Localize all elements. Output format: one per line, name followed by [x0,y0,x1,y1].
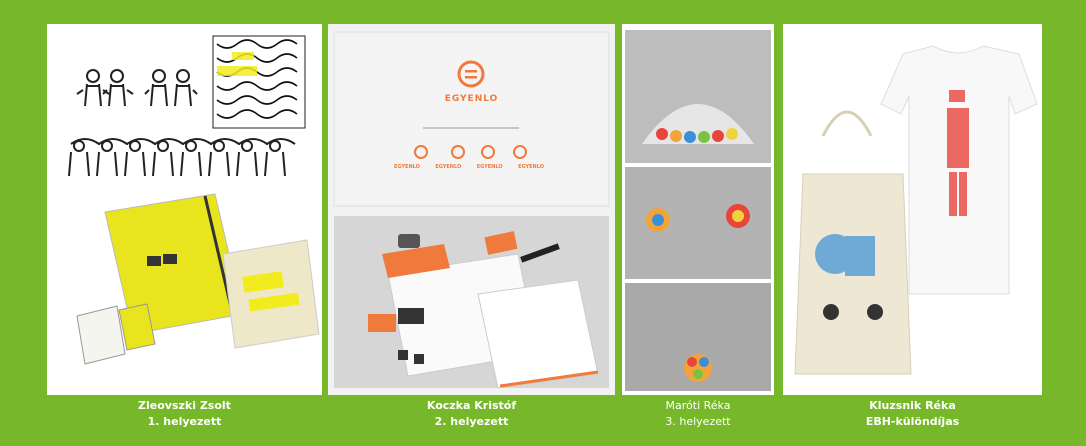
caption-zleovszki: Zleovszki Zsolt 1. helyezett [47,398,322,430]
figure-logo-pair-2 [144,69,198,107]
entry-image-zleovszki [47,24,322,395]
logo-variant-label: EGYENLO [435,164,462,170]
figure-logo-pair-1 [76,69,134,107]
caption-maroti: Maróti Réka 3. helyezett [622,398,774,430]
entry-image-koczka: EGYENLO EGYENLO EGYENLO EGYENLO EGYENLO [328,24,615,395]
logo-variant-label: EGYENLO [394,164,420,170]
logo-variant-row: EGYENLO EGYENLO EGYENLO EGYENLO [394,164,544,170]
caption-kluzsnik: Kluzsnik Réka EBH-különdíjas [783,398,1042,430]
figure-chain [68,138,296,177]
entry-image-maroti [622,24,774,395]
entry-name: Kluzsnik Réka [869,399,956,412]
logo-variant-label: EGYENLO [518,164,544,170]
entry-rank: 3. helyezett [665,415,731,428]
caption-koczka: Koczka Kristóf 2. helyezett [328,398,615,430]
entry-rank: 1. helyezett [147,415,222,428]
entry-rank: EBH-különdíjas [865,415,960,428]
logo-wordmark: EGYENLO [444,94,499,104]
entry-image-kluzsnik [783,24,1042,395]
stationery-mockup [76,193,320,365]
entry-name: Koczka Kristóf [426,399,517,412]
necklace [684,354,712,382]
entry-name: Maróti Réka [665,399,731,412]
entry-name: Zleovszki Zsolt [138,399,231,412]
entry-rank: 2. helyezett [434,415,509,428]
tote-bag [794,110,912,375]
logo-variant-label: EGYENLO [476,164,503,170]
